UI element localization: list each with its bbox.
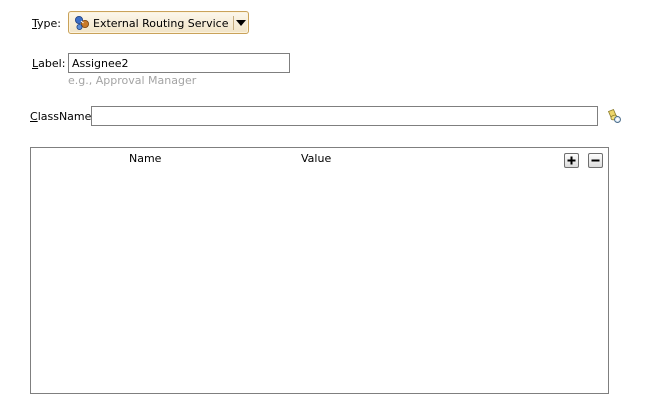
parameters-table[interactable]: Name Value: [30, 147, 609, 394]
label-input[interactable]: [68, 53, 290, 73]
type-label: Type:: [32, 17, 61, 30]
column-header-name[interactable]: Name: [129, 152, 161, 165]
add-row-button[interactable]: [564, 153, 579, 168]
external-routing-service-icon: [75, 16, 89, 30]
classname-label-mnemonic: C: [30, 110, 38, 123]
classname-label-rest: lassName:: [37, 110, 96, 123]
flashlight-search-icon[interactable]: [606, 108, 622, 124]
external-routing-service-panel: Type: External Routing Service Label: e.…: [0, 0, 654, 406]
remove-row-button[interactable]: [588, 153, 603, 168]
column-header-value[interactable]: Value: [301, 152, 331, 165]
classname-label: ClassName:: [30, 110, 95, 123]
type-value: External Routing Service: [93, 17, 229, 30]
label-label-rest: abel:: [38, 57, 66, 70]
type-label-rest: ype:: [37, 17, 61, 30]
label-hint: e.g., Approval Manager: [68, 74, 197, 87]
label-label: Label:: [32, 57, 65, 70]
combo-separator: [233, 16, 234, 30]
type-combo[interactable]: External Routing Service: [68, 11, 249, 34]
chevron-down-icon[interactable]: [236, 20, 246, 26]
minus-icon: [591, 159, 600, 162]
classname-input[interactable]: [91, 106, 598, 126]
plus-icon: [567, 156, 576, 165]
